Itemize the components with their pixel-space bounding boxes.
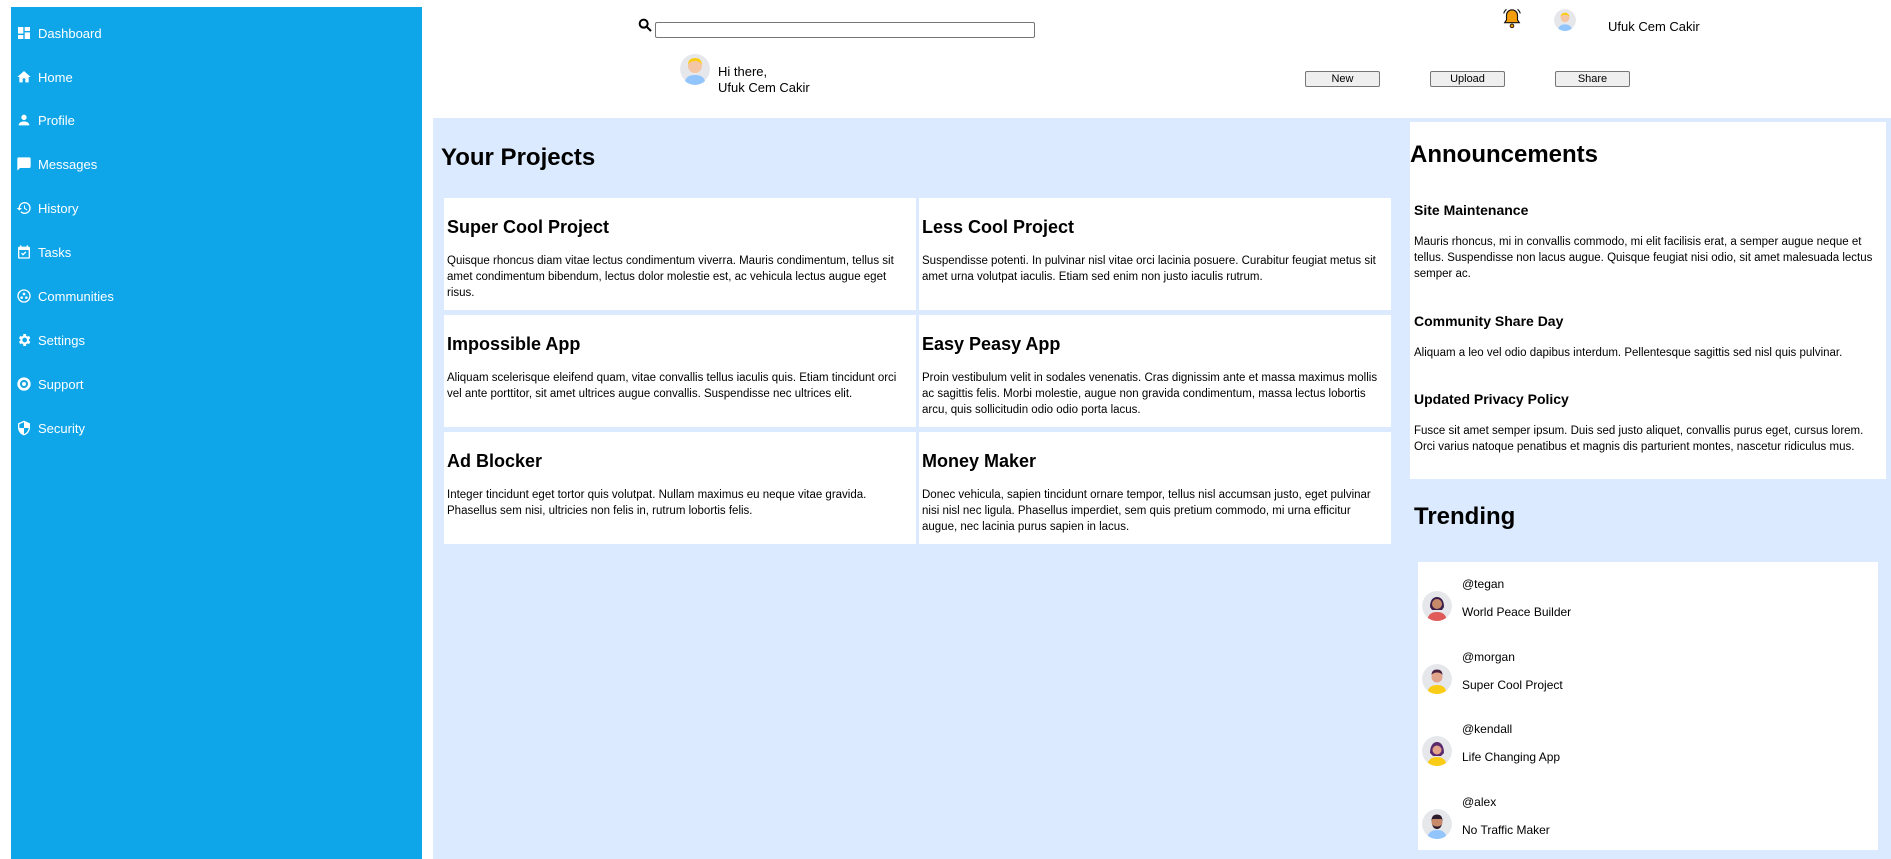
home-icon bbox=[15, 68, 33, 86]
sidebar-item-messages[interactable]: Messages bbox=[15, 152, 97, 176]
project-card[interactable]: Easy Peasy App Proin vestibulum velit in… bbox=[919, 315, 1391, 427]
projects-title: Your Projects bbox=[441, 144, 596, 171]
announcement-body: Mauris rhoncus, mi in convallis commodo,… bbox=[1414, 236, 1873, 280]
trending-handle: @alex bbox=[1462, 795, 1497, 809]
project-title: Ad Blocker bbox=[447, 451, 543, 471]
upload-button[interactable]: Upload bbox=[1430, 71, 1505, 87]
trending-item[interactable]: @morgan Super Cool Project bbox=[1422, 650, 1842, 708]
bell-icon[interactable] bbox=[1501, 7, 1523, 31]
sidebar-item-label: Home bbox=[38, 69, 73, 85]
greeting-line: Hi there, bbox=[718, 64, 768, 79]
project-description: Quisque rhoncus diam vitae lectus condim… bbox=[447, 255, 894, 299]
avatar bbox=[1422, 664, 1452, 694]
sidebar-item-label: Settings bbox=[38, 332, 85, 348]
new-button[interactable]: New bbox=[1305, 71, 1380, 87]
announcement-title: Updated Privacy Policy bbox=[1414, 391, 1569, 407]
sidebar-item-history[interactable]: History bbox=[15, 196, 78, 220]
avatar bbox=[1422, 736, 1452, 766]
sidebar-item-profile[interactable]: Profile bbox=[15, 108, 75, 132]
sidebar-item-label: Tasks bbox=[38, 244, 72, 260]
announcement-body: Aliquam a leo vel odio dapibus interdum.… bbox=[1414, 347, 1843, 359]
communities-icon bbox=[15, 287, 33, 305]
calendar-check-icon bbox=[15, 243, 33, 261]
announcement-title: Community Share Day bbox=[1414, 313, 1564, 329]
announcement-item[interactable]: Updated Privacy Policy Fusce sit amet se… bbox=[1414, 391, 1884, 455]
sidebar-item-label: Support bbox=[38, 376, 84, 392]
announcement-item[interactable]: Site Maintenance Mauris rhoncus, mi in c… bbox=[1414, 202, 1884, 282]
sidebar-item-communities[interactable]: Communities bbox=[15, 284, 114, 308]
sidebar-item-label: Communities bbox=[38, 288, 114, 304]
greeting-avatar bbox=[680, 53, 710, 85]
sidebar-item-label: Security bbox=[38, 420, 85, 436]
sidebar: Dashboard Home Profile Messages History … bbox=[11, 7, 422, 859]
chat-icon bbox=[15, 155, 33, 173]
greeting: Hi there, Ufuk Cem Cakir bbox=[718, 64, 810, 96]
trending-project: No Traffic Maker bbox=[1462, 823, 1550, 837]
sidebar-item-label: History bbox=[38, 200, 79, 216]
trending-title: Trending bbox=[1414, 503, 1516, 530]
sidebar-item-home[interactable]: Home bbox=[15, 65, 73, 89]
greeting-name: Ufuk Cem Cakir bbox=[718, 80, 810, 95]
sidebar-item-settings[interactable]: Settings bbox=[15, 328, 85, 352]
trending-handle: @tegan bbox=[1462, 577, 1505, 591]
header-user-name: Ufuk Cem Cakir bbox=[1608, 19, 1700, 34]
avatar bbox=[1422, 809, 1452, 839]
trending-handle: @morgan bbox=[1462, 650, 1515, 664]
project-card[interactable]: Ad Blocker Integer tincidunt eget tortor… bbox=[444, 432, 916, 544]
project-title: Less Cool Project bbox=[922, 217, 1075, 237]
project-card[interactable]: Less Cool Project Suspendisse potenti. I… bbox=[919, 198, 1391, 310]
project-title: Easy Peasy App bbox=[922, 334, 1061, 354]
project-description: Aliquam scelerisque eleifend quam, vitae… bbox=[447, 372, 897, 400]
project-title: Super Cool Project bbox=[447, 217, 610, 237]
trending-project: World Peace Builder bbox=[1462, 605, 1572, 619]
project-title: Impossible App bbox=[447, 334, 581, 354]
project-card[interactable]: Money Maker Donec vehicula, sapien tinci… bbox=[919, 432, 1391, 544]
sidebar-item-label: Dashboard bbox=[38, 25, 102, 41]
project-description: Integer tincidunt eget tortor quis volut… bbox=[447, 489, 867, 517]
trending-item[interactable]: @alex No Traffic Maker bbox=[1422, 795, 1842, 853]
avatar bbox=[1422, 591, 1452, 621]
trending-project: Super Cool Project bbox=[1462, 678, 1563, 692]
sidebar-item-label: Profile bbox=[38, 112, 75, 128]
support-icon bbox=[15, 375, 33, 393]
project-card[interactable]: Impossible App Aliquam scelerisque eleif… bbox=[444, 315, 916, 427]
announcement-title: Site Maintenance bbox=[1414, 202, 1529, 218]
trending-project: Life Changing App bbox=[1462, 750, 1561, 764]
sidebar-item-dashboard[interactable]: Dashboard bbox=[15, 21, 102, 45]
history-icon bbox=[15, 199, 33, 217]
announcements-title: Announcements bbox=[1410, 141, 1599, 168]
search-icon[interactable] bbox=[637, 17, 653, 33]
trending-item[interactable]: @tegan World Peace Builder bbox=[1422, 577, 1842, 635]
shield-icon bbox=[15, 419, 33, 437]
dashboard-icon bbox=[15, 24, 33, 42]
user-avatar[interactable] bbox=[1554, 9, 1576, 31]
share-button[interactable]: Share bbox=[1555, 71, 1630, 87]
project-description: Donec vehicula, sapien tincidunt ornare … bbox=[922, 489, 1371, 533]
search-input[interactable] bbox=[655, 22, 1035, 38]
announcement-item[interactable]: Community Share Day Aliquam a leo vel od… bbox=[1414, 313, 1884, 361]
sidebar-item-label: Messages bbox=[38, 156, 98, 172]
project-description: Proin vestibulum velit in sodales venena… bbox=[922, 372, 1378, 416]
sidebar-item-tasks[interactable]: Tasks bbox=[15, 240, 71, 264]
gear-icon bbox=[15, 331, 33, 349]
announcement-body: Fusce sit amet semper ipsum. Duis sed ju… bbox=[1414, 425, 1864, 453]
person-icon bbox=[15, 111, 33, 129]
trending-item[interactable]: @kendall Life Changing App bbox=[1422, 722, 1842, 780]
project-title: Money Maker bbox=[922, 451, 1037, 471]
project-card[interactable]: Super Cool Project Quisque rhoncus diam … bbox=[444, 198, 916, 310]
sidebar-item-security[interactable]: Security bbox=[15, 416, 85, 440]
project-description: Suspendisse potenti. In pulvinar nisl vi… bbox=[922, 255, 1376, 283]
trending-handle: @kendall bbox=[1462, 722, 1513, 736]
sidebar-item-support[interactable]: Support bbox=[15, 372, 84, 396]
